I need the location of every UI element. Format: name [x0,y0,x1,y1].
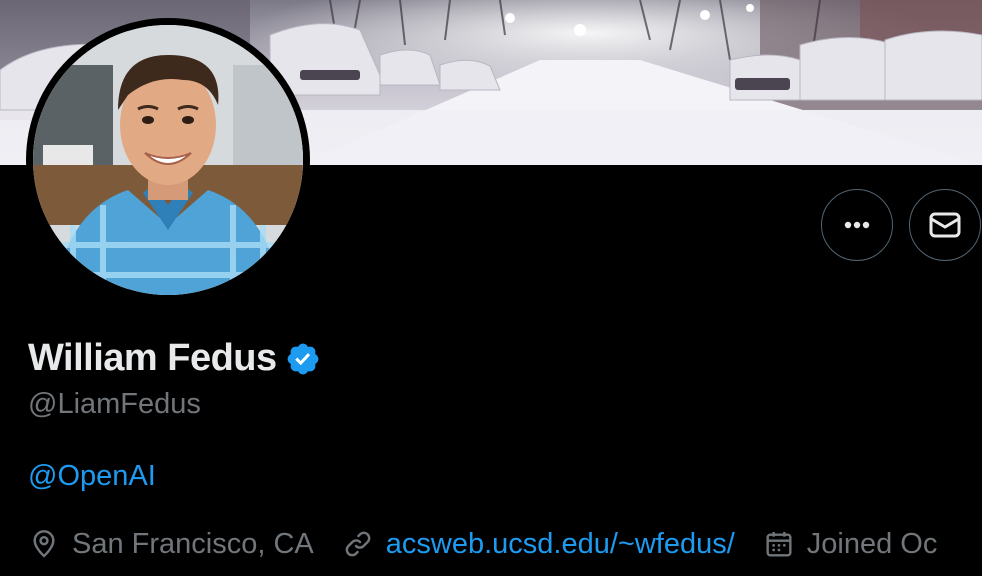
profile-meta-row: San Francisco, CA acsweb.ucsd.edu/~wfedu… [28,524,965,564]
website-link[interactable]: acsweb.ucsd.edu/~wfedus/ [386,528,735,561]
link-icon [345,531,371,557]
avatar-frame[interactable] [26,18,310,302]
verified-badge-icon[interactable] [285,341,321,377]
location-text: San Francisco, CA [72,527,314,560]
more-button[interactable] [821,189,893,261]
avatar[interactable] [33,25,303,295]
username-handle: @LiamFedus [28,388,201,420]
location-pin-icon [33,530,55,558]
profile-name-row: William Fedus [28,334,321,382]
joined-item: Joined Oc [763,527,938,561]
display-name: William Fedus [28,336,277,379]
location-item: San Francisco, CA [28,528,314,561]
more-icon [844,221,870,229]
profile-page: William Fedus @LiamFedus @OpenAI San Fra… [0,0,982,576]
website-item: acsweb.ucsd.edu/~wfedus/ [342,528,735,561]
mail-icon [929,212,961,238]
joined-date-text: Joined Oc [806,527,938,560]
calendar-icon [766,532,792,557]
message-button[interactable] [909,189,981,261]
bio-mention-link[interactable]: @OpenAI [28,460,156,493]
